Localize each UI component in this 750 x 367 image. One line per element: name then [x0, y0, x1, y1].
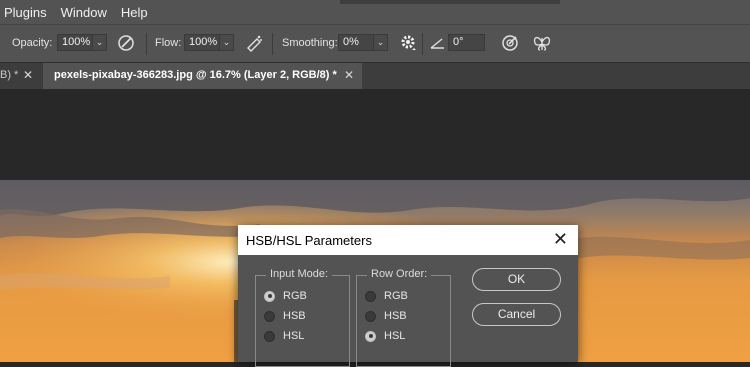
- row-order-rgb[interactable]: RGB: [365, 290, 408, 302]
- tab-previous-document[interactable]: B) * ✕: [0, 63, 42, 89]
- options-bar: Opacity: 100% ⌄ Flow: 100% ⌄ Smoothing: …: [0, 24, 750, 62]
- separator: [146, 33, 147, 55]
- hsb-hsl-parameters-dialog: HSB/HSL Parameters ✕ Input Mode: RGB HSB…: [238, 225, 578, 367]
- smoothing-input[interactable]: 0%: [338, 34, 374, 51]
- radio-label: HSB: [283, 310, 306, 322]
- menu-help[interactable]: Help: [121, 5, 148, 20]
- flow-dropdown[interactable]: ⌄: [219, 34, 234, 51]
- flow-label: Flow:: [155, 37, 182, 49]
- menu-plugins[interactable]: Plugins: [4, 5, 47, 20]
- close-icon[interactable]: ✕: [23, 63, 33, 87]
- flow-input[interactable]: 100%: [184, 34, 220, 51]
- row-order-hsb[interactable]: HSB: [365, 310, 407, 322]
- pressure-opacity-icon[interactable]: [116, 33, 136, 53]
- canvas-background: [0, 89, 750, 180]
- angle-icon: [428, 33, 448, 53]
- radio-button[interactable]: [264, 310, 275, 322]
- dialog-title-bar: HSB/HSL Parameters ✕: [238, 225, 578, 255]
- radio-label: RGB: [283, 290, 307, 302]
- radio-label: HSL: [283, 330, 305, 342]
- airbrush-icon[interactable]: [244, 33, 264, 53]
- document-tab-bar: B) * ✕ pexels-pixabay-366283.jpg @ 16.7%…: [0, 62, 750, 89]
- radio-label: HSL: [384, 330, 406, 342]
- input-mode-legend: Input Mode:: [266, 268, 333, 280]
- radio-label: HSB: [384, 310, 407, 322]
- radio-button[interactable]: [264, 330, 275, 342]
- input-mode-rgb[interactable]: RGB: [264, 290, 307, 302]
- opacity-dropdown[interactable]: ⌄: [92, 34, 107, 51]
- separator: [272, 33, 273, 55]
- pressure-size-icon[interactable]: [500, 33, 520, 53]
- gear-icon[interactable]: [398, 33, 418, 53]
- close-icon[interactable]: ✕: [344, 63, 354, 87]
- dialog-title: HSB/HSL Parameters: [246, 233, 372, 248]
- opacity-input[interactable]: 100%: [57, 34, 93, 51]
- input-mode-hsl[interactable]: HSL: [264, 330, 304, 342]
- radio-label: RGB: [384, 290, 408, 302]
- separator: [422, 33, 423, 55]
- row-order-hsl[interactable]: HSL: [365, 330, 405, 342]
- menu-bar: Plugins Window Help: [0, 0, 750, 24]
- tab-label: B) *: [0, 69, 19, 81]
- opacity-label: Opacity:: [12, 37, 53, 49]
- menu-window[interactable]: Window: [61, 5, 107, 20]
- ok-button[interactable]: OK: [472, 268, 561, 291]
- tab-active-document[interactable]: pexels-pixabay-366283.jpg @ 16.7% (Layer…: [43, 63, 362, 89]
- tab-label: pexels-pixabay-366283.jpg @ 16.7% (Layer…: [54, 69, 337, 81]
- angle-input[interactable]: 0°: [448, 34, 485, 51]
- smoothing-label: Smoothing:: [282, 37, 338, 49]
- input-mode-hsb[interactable]: HSB: [264, 310, 306, 322]
- input-mode-group: Input Mode: RGB HSB HSL: [255, 268, 350, 367]
- row-order-group: Row Order: RGB HSB HSL: [356, 268, 451, 367]
- radio-button[interactable]: [365, 330, 376, 342]
- cancel-button[interactable]: Cancel: [472, 303, 561, 326]
- radio-button[interactable]: [365, 310, 376, 322]
- row-order-legend: Row Order:: [367, 268, 432, 280]
- radio-button[interactable]: [264, 290, 275, 302]
- symmetry-butterfly-icon[interactable]: [532, 33, 552, 53]
- title-strip: [340, 0, 560, 4]
- close-icon[interactable]: ✕: [553, 229, 568, 250]
- smoothing-dropdown[interactable]: ⌄: [373, 34, 388, 51]
- radio-button[interactable]: [365, 290, 376, 302]
